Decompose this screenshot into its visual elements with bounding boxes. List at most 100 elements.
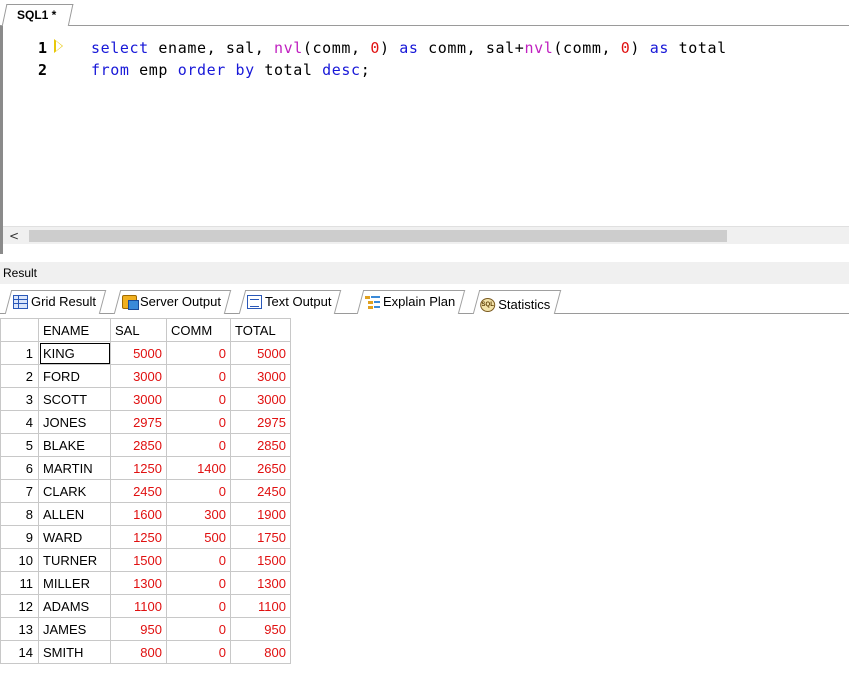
tab-explain-plan[interactable]: Explain Plan [356, 290, 466, 314]
row-number-header[interactable] [0, 318, 39, 342]
table-row[interactable]: 5 BLAKE 2850 0 2850 [0, 433, 291, 457]
row-number-cell[interactable]: 6 [0, 456, 39, 480]
cell-total[interactable]: 1100 [230, 594, 291, 618]
table-row[interactable]: 2 FORD 3000 0 3000 [0, 364, 291, 388]
cell-ename[interactable]: CLARK [38, 479, 111, 503]
row-number-cell[interactable]: 10 [0, 548, 39, 572]
cell-total[interactable]: 3000 [230, 364, 291, 388]
cell-total[interactable]: 3000 [230, 387, 291, 411]
panel-splitter[interactable] [0, 254, 849, 262]
row-number-cell[interactable]: 5 [0, 433, 39, 457]
row-number-cell[interactable]: 3 [0, 387, 39, 411]
row-number-cell[interactable]: 12 [0, 594, 39, 618]
cell-ename[interactable]: BLAKE [38, 433, 111, 457]
cell-ename[interactable]: ADAMS [38, 594, 111, 618]
cell-comm[interactable]: 0 [166, 433, 231, 457]
row-number-cell[interactable]: 11 [0, 571, 39, 595]
cell-ename[interactable]: SCOTT [38, 387, 111, 411]
table-row[interactable]: 10 TURNER 1500 0 1500 [0, 548, 291, 572]
table-row[interactable]: 1 KING 5000 0 5000 [0, 341, 291, 365]
table-row[interactable]: 13 JAMES 950 0 950 [0, 617, 291, 641]
table-row[interactable]: 8 ALLEN 1600 300 1900 [0, 502, 291, 526]
row-number-cell[interactable]: 14 [0, 640, 39, 664]
cell-comm[interactable]: 0 [166, 571, 231, 595]
tab-server-output[interactable]: Server Output [113, 290, 232, 314]
cell-total[interactable]: 1750 [230, 525, 291, 549]
cell-ename[interactable]: FORD [38, 364, 111, 388]
cell-comm[interactable]: 500 [166, 525, 231, 549]
tab-sql1[interactable]: SQL1 * [1, 4, 74, 27]
horizontal-scrollbar[interactable]: < [3, 226, 849, 244]
table-row[interactable]: 3 SCOTT 3000 0 3000 [0, 387, 291, 411]
cell-total[interactable]: 1500 [230, 548, 291, 572]
cell-ename[interactable]: TURNER [38, 548, 111, 572]
cell-comm[interactable]: 0 [166, 594, 231, 618]
cell-comm[interactable]: 0 [166, 617, 231, 641]
row-number-cell[interactable]: 7 [0, 479, 39, 503]
cell-comm[interactable]: 0 [166, 640, 231, 664]
row-number-cell[interactable]: 13 [0, 617, 39, 641]
table-row[interactable]: 6 MARTIN 1250 1400 2650 [0, 456, 291, 480]
cell-sal[interactable]: 5000 [110, 341, 167, 365]
row-number-cell[interactable]: 8 [0, 502, 39, 526]
cell-sal[interactable]: 1250 [110, 525, 167, 549]
column-header-comm[interactable]: COMM [166, 318, 231, 342]
cell-comm[interactable]: 0 [166, 410, 231, 434]
cell-comm[interactable]: 0 [166, 479, 231, 503]
cell-sal[interactable]: 1500 [110, 548, 167, 572]
table-row[interactable]: 7 CLARK 2450 0 2450 [0, 479, 291, 503]
cell-sal[interactable]: 2975 [110, 410, 167, 434]
cell-sal[interactable]: 2850 [110, 433, 167, 457]
cell-ename[interactable]: WARD [38, 525, 111, 549]
cell-sal[interactable]: 1100 [110, 594, 167, 618]
cell-ename[interactable]: KING [38, 341, 111, 365]
cell-total[interactable]: 2975 [230, 410, 291, 434]
cell-ename[interactable]: MILLER [38, 571, 111, 595]
cell-ename[interactable]: ALLEN [38, 502, 111, 526]
tab-grid-result[interactable]: Grid Result [4, 290, 107, 314]
cell-total[interactable]: 950 [230, 617, 291, 641]
cell-sal[interactable]: 800 [110, 640, 167, 664]
tab-text-output[interactable]: Text Output [238, 290, 342, 314]
cell-sal[interactable]: 950 [110, 617, 167, 641]
cell-ename[interactable]: JONES [38, 410, 111, 434]
table-row[interactable]: 12 ADAMS 1100 0 1100 [0, 594, 291, 618]
column-header-total[interactable]: TOTAL [230, 318, 291, 342]
sql-editor[interactable]: 1 2 select ename, sal, nvl(comm, 0) as c… [0, 26, 849, 254]
scrollbar-thumb[interactable] [29, 230, 727, 242]
table-row[interactable]: 14 SMITH 800 0 800 [0, 640, 291, 664]
cell-sal[interactable]: 2450 [110, 479, 167, 503]
row-number-cell[interactable]: 1 [0, 341, 39, 365]
cell-total[interactable]: 800 [230, 640, 291, 664]
cell-total[interactable]: 1900 [230, 502, 291, 526]
cell-comm[interactable]: 300 [166, 502, 231, 526]
row-number-cell[interactable]: 9 [0, 525, 39, 549]
cell-total[interactable]: 5000 [230, 341, 291, 365]
cell-sal[interactable]: 3000 [110, 387, 167, 411]
tab-statistics[interactable]: SQL Statistics [472, 290, 562, 314]
scroll-left-arrow-icon[interactable]: < [7, 228, 21, 244]
cell-ename[interactable]: MARTIN [38, 456, 111, 480]
cell-comm[interactable]: 0 [166, 387, 231, 411]
cell-comm[interactable]: 0 [166, 364, 231, 388]
cell-sal[interactable]: 1600 [110, 502, 167, 526]
cell-ename[interactable]: SMITH [38, 640, 111, 664]
row-number-cell[interactable]: 2 [0, 364, 39, 388]
cell-total[interactable]: 1300 [230, 571, 291, 595]
cell-ename[interactable]: JAMES [38, 617, 111, 641]
row-number-cell[interactable]: 4 [0, 410, 39, 434]
table-row[interactable]: 9 WARD 1250 500 1750 [0, 525, 291, 549]
code-text[interactable]: select ename, sal, nvl(comm, 0) as comm,… [91, 37, 727, 81]
cell-comm[interactable]: 1400 [166, 456, 231, 480]
cell-sal[interactable]: 1250 [110, 456, 167, 480]
cell-total[interactable]: 2450 [230, 479, 291, 503]
cell-sal[interactable]: 1300 [110, 571, 167, 595]
result-grid[interactable]: ENAME SAL COMM TOTAL 1 KING 5000 0 5000 2 FORD… [0, 318, 291, 664]
cell-comm[interactable]: 0 [166, 548, 231, 572]
table-row[interactable]: 4 JONES 2975 0 2975 [0, 410, 291, 434]
cell-comm[interactable]: 0 [166, 341, 231, 365]
cell-total[interactable]: 2650 [230, 456, 291, 480]
cell-total[interactable]: 2850 [230, 433, 291, 457]
column-header-sal[interactable]: SAL [110, 318, 167, 342]
table-row[interactable]: 11 MILLER 1300 0 1300 [0, 571, 291, 595]
